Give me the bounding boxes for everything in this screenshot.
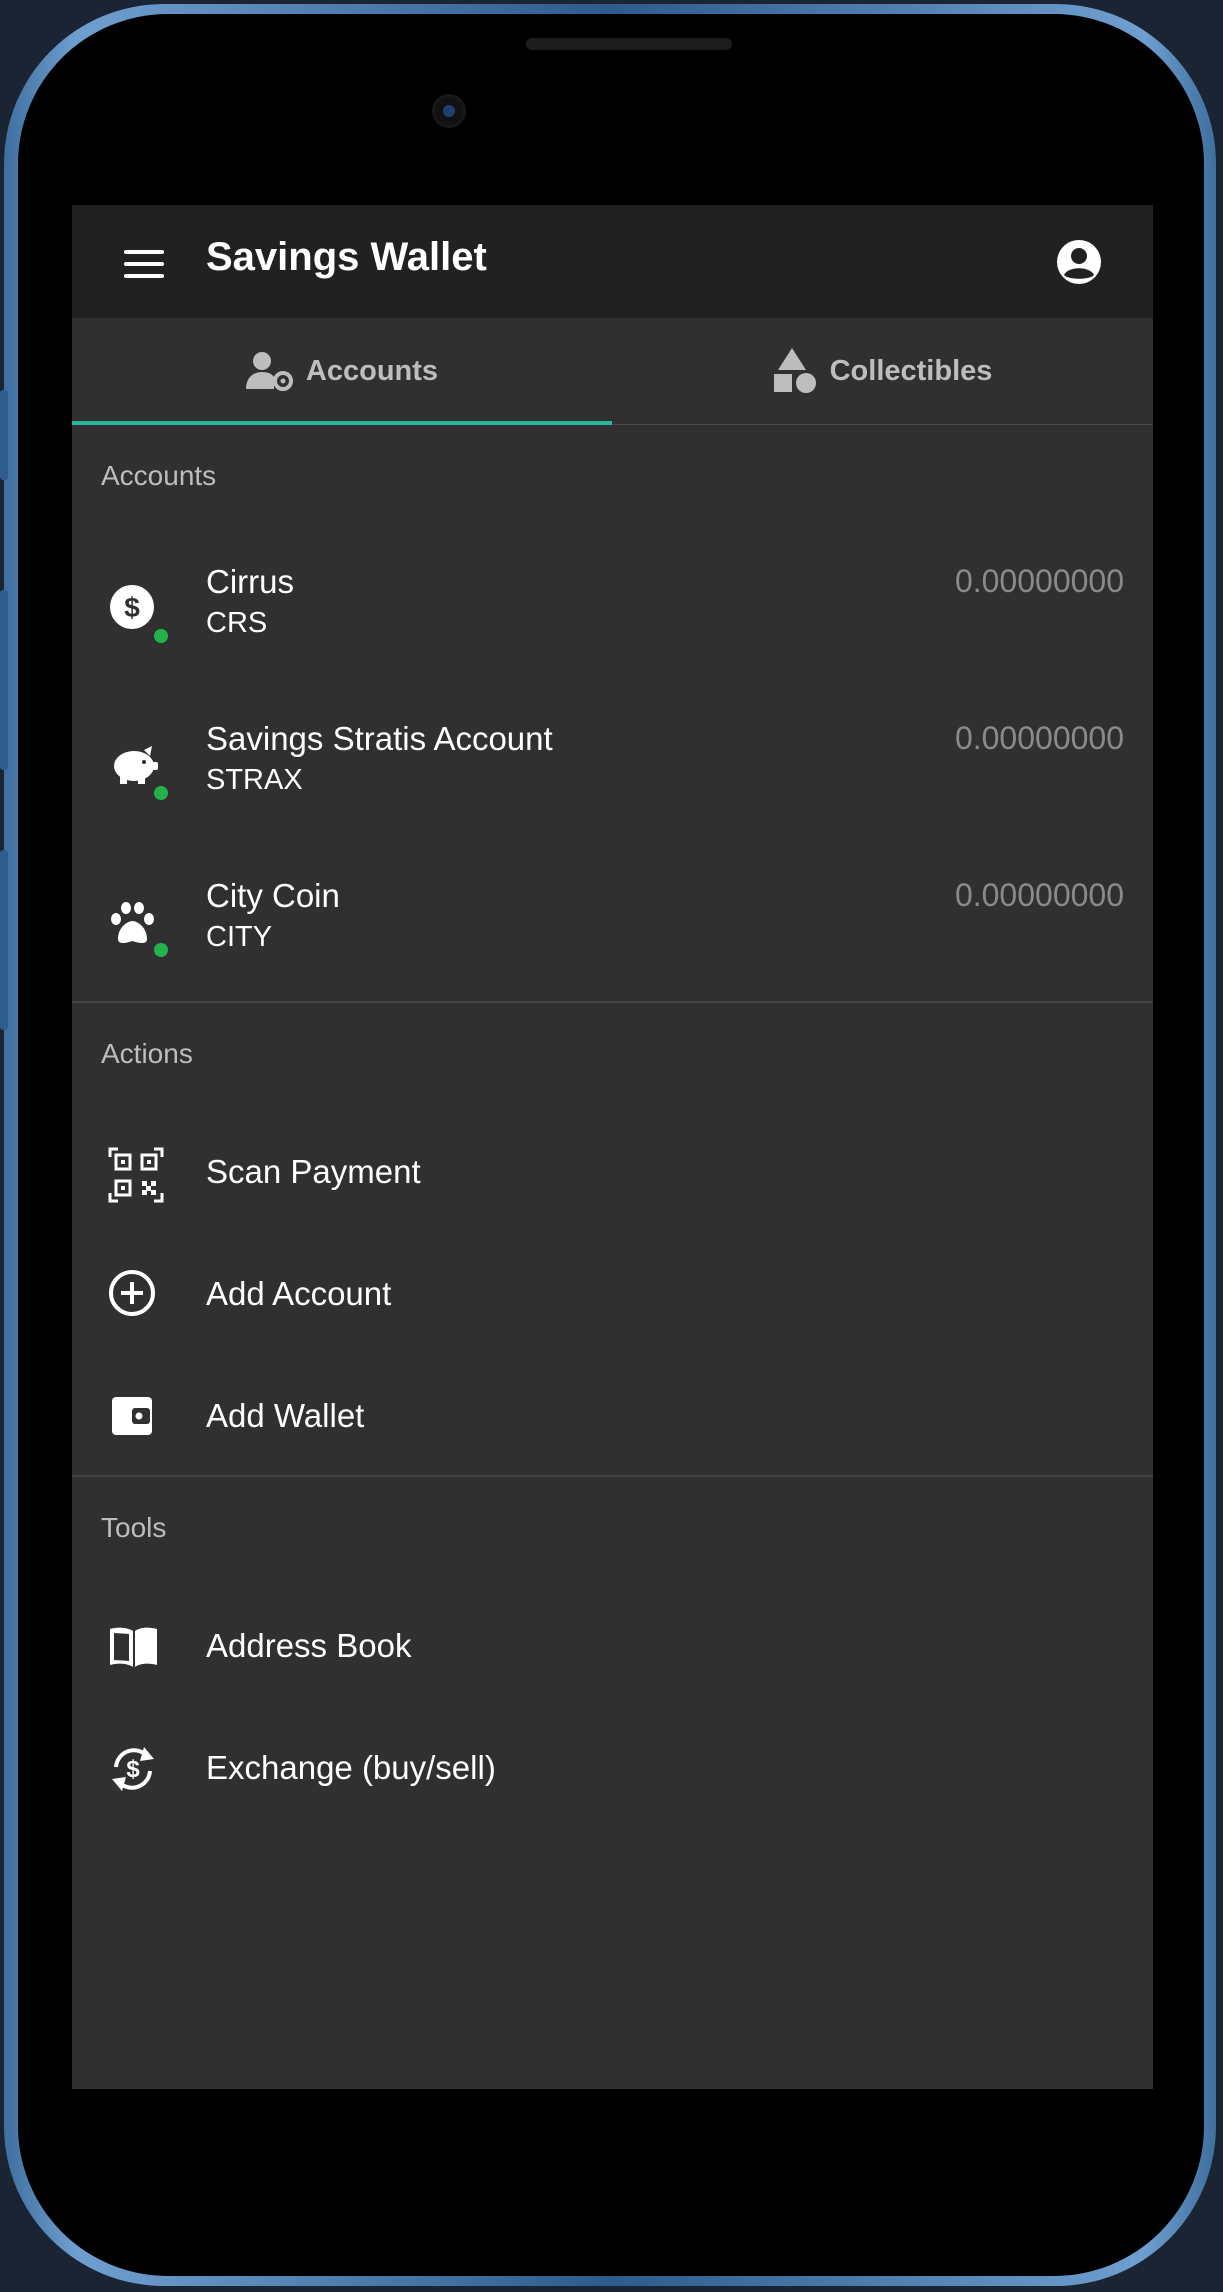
app-screen: Savings Wallet Accounts Collectibles Acc… — [72, 205, 1153, 2089]
account-symbol: CITY — [206, 921, 273, 953]
action-scan-payment[interactable]: Scan Payment — [72, 1117, 1153, 1227]
account-name: Savings Stratis Account — [206, 720, 553, 757]
tab-collectibles-label: Collectibles — [829, 354, 993, 387]
side-button — [0, 590, 8, 770]
front-camera — [432, 94, 466, 128]
section-divider — [72, 1001, 1153, 1003]
status-dot — [154, 629, 168, 643]
svg-text:$: $ — [126, 1756, 140, 1783]
tab-accounts-label: Accounts — [305, 354, 439, 387]
status-dot — [154, 786, 168, 800]
users-gear-icon — [245, 352, 293, 391]
tab-accounts[interactable]: Accounts — [72, 318, 612, 425]
wallet-icon — [112, 1397, 152, 1435]
account-symbol: STRAX — [206, 764, 303, 796]
svg-text:$: $ — [124, 592, 140, 623]
tab-bar: Accounts Collectibles — [72, 318, 1153, 425]
app-bar: Savings Wallet — [72, 205, 1153, 318]
shapes-icon — [773, 348, 816, 393]
account-row-savings-stratis[interactable]: Savings Stratis Account STRAX 0.00000000 — [72, 682, 1153, 832]
section-divider — [72, 1475, 1153, 1477]
side-button — [0, 850, 8, 1030]
book-open-icon — [110, 1627, 157, 1667]
action-label: Add Wallet — [206, 1397, 365, 1434]
tool-label: Address Book — [206, 1627, 412, 1664]
speaker-grille — [526, 38, 732, 50]
account-balance: 0.00000000 — [954, 720, 1124, 756]
account-symbol: CRS — [206, 607, 268, 639]
exchange-dollar-icon: $ — [112, 1747, 154, 1791]
section-label-tools: Tools — [101, 1512, 167, 1543]
status-dot — [154, 943, 168, 957]
account-balance: 0.00000000 — [954, 877, 1124, 913]
hamburger-menu-icon[interactable] — [124, 250, 164, 278]
action-label: Scan Payment — [206, 1153, 421, 1190]
action-add-wallet[interactable]: Add Wallet — [72, 1361, 1153, 1471]
tool-label: Exchange (buy/sell) — [206, 1749, 496, 1786]
account-name: Cirrus — [206, 563, 294, 600]
plus-circle-icon — [109, 1270, 155, 1316]
section-label-accounts: Accounts — [101, 460, 217, 491]
action-label: Add Account — [206, 1275, 392, 1312]
app-title: Savings Wallet — [206, 235, 487, 279]
account-row-city-coin[interactable]: City Coin CITY 0.00000000 — [72, 839, 1153, 989]
tool-address-book[interactable]: Address Book — [72, 1591, 1153, 1701]
section-label-actions: Actions — [101, 1038, 193, 1069]
account-name: City Coin — [206, 877, 340, 914]
account-row-cirrus[interactable]: $ Cirrus CRS 0.00000000 — [72, 525, 1153, 675]
tab-collectibles[interactable]: Collectibles — [612, 318, 1152, 424]
account-circle-icon[interactable] — [1055, 238, 1103, 286]
account-balance: 0.00000000 — [954, 563, 1124, 599]
tool-exchange[interactable]: $ Exchange (buy/sell) — [72, 1713, 1153, 1823]
action-add-account[interactable]: Add Account — [72, 1239, 1153, 1349]
side-button — [0, 390, 8, 480]
qr-code-icon — [108, 1147, 164, 1203]
